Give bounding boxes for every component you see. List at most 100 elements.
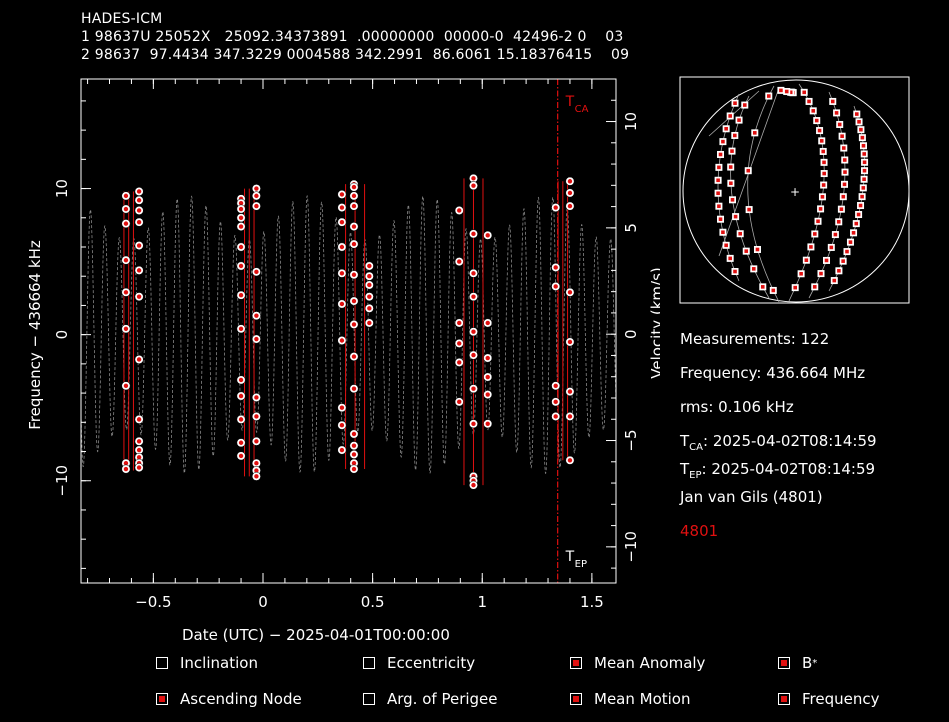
sky-point-core — [816, 219, 820, 224]
sky-point-core — [771, 288, 776, 293]
measurement-point-core — [123, 383, 129, 388]
sky-point-core — [738, 231, 742, 236]
checkbox[interactable] — [363, 657, 375, 669]
measurement-point-core — [367, 274, 372, 279]
measurement-point-core — [471, 176, 476, 181]
sky-point-core — [747, 207, 751, 212]
measurement-point-core — [485, 374, 490, 380]
y2-tick-label: −10 — [622, 531, 640, 563]
measurement-point-core — [254, 193, 259, 199]
measurement-point-core — [238, 326, 244, 332]
measurement-point-core — [485, 355, 490, 361]
sky-point-core — [862, 177, 866, 182]
option-label: Mean Motion — [594, 690, 691, 708]
sky-point-core — [813, 232, 817, 236]
rms-value: rms: 0.106 kHz — [680, 398, 794, 416]
option-label: Inclination — [180, 654, 258, 672]
sky-point-core — [807, 99, 811, 104]
option-frequency[interactable]: Frequency — [778, 690, 880, 708]
station-id: 4801 — [680, 522, 719, 540]
measurement-point-core — [471, 231, 476, 237]
zenith-marker: + — [790, 185, 800, 199]
sky-point-core — [833, 232, 838, 237]
y-tick-label: 0 — [53, 330, 71, 340]
measurement-point-core — [351, 354, 357, 359]
sky-point-core — [733, 101, 737, 106]
sky-point-core — [860, 194, 864, 199]
measurement-point-core — [136, 268, 142, 273]
sky-point-core — [819, 139, 824, 143]
sky-point-core — [841, 259, 845, 263]
option-mean-anomaly[interactable]: Mean Anomaly — [570, 654, 705, 672]
option-bstar[interactable]: B * — [778, 654, 817, 672]
checkbox[interactable] — [363, 693, 375, 705]
measurement-point-core — [567, 203, 573, 209]
checkbox[interactable] — [778, 693, 790, 705]
sky-point-core — [724, 243, 728, 248]
sky-point-core — [799, 271, 803, 276]
option-inclination[interactable]: Inclination — [156, 654, 258, 672]
sky-point-core — [812, 285, 817, 289]
measurement-point-core — [339, 219, 345, 225]
sky-point-core — [737, 118, 741, 122]
measurement-point-core — [339, 338, 345, 343]
measurement-point-core — [351, 431, 357, 437]
y2-tick-label: −5 — [622, 429, 640, 451]
measurement-point-core — [457, 320, 462, 326]
measurement-point-core — [367, 320, 372, 326]
tca-value: : 2025-04-02T08:14:59 — [703, 432, 877, 450]
x-tick-label: 0.5 — [361, 593, 385, 611]
measurement-point-core — [123, 193, 129, 199]
sky-point-core — [721, 139, 725, 144]
measurement-point-core — [339, 447, 345, 453]
measurement-point-core — [254, 269, 259, 275]
sky-point-core — [837, 122, 842, 127]
checkbox[interactable] — [778, 657, 790, 669]
x-tick-label: 0 — [258, 593, 268, 611]
sky-point-core — [718, 152, 723, 157]
sky-point-core — [837, 268, 841, 273]
measurement-point-core — [485, 233, 490, 238]
measurement-point-core — [471, 386, 476, 391]
tep-marker-label: T — [565, 549, 575, 565]
x-tick-label: 1 — [477, 593, 487, 611]
doppler-chart[interactable]: T CAT EP−0.5 0 0.5 1 1.5−10010−10−50510Frequen… — [0, 0, 660, 660]
measurement-point-core — [567, 414, 573, 419]
checkbox[interactable] — [156, 693, 168, 705]
sky-point-core — [843, 170, 847, 174]
measurement-point-core — [485, 421, 490, 426]
option-eccentricity[interactable]: Eccentricity — [363, 654, 475, 672]
sky-point-core — [784, 89, 789, 94]
sky-point-core — [717, 204, 721, 209]
sky-point-core — [836, 220, 841, 224]
option-ascending-node[interactable]: Ascending Node — [156, 690, 302, 708]
checkbox[interactable] — [570, 693, 582, 705]
sky-point-core — [744, 249, 749, 253]
observer-name: Jan van Gils (4801) — [680, 488, 823, 506]
sky-point-core — [751, 267, 756, 271]
sky-point-core — [856, 212, 861, 217]
sky-point-core — [733, 269, 737, 274]
sky-point-core — [851, 231, 856, 235]
sky-point-core — [718, 217, 723, 222]
measurement-point-core — [553, 284, 558, 289]
sky-point-core — [824, 258, 829, 263]
measurement-point-core — [471, 271, 476, 276]
frequency-value: Frequency: 436.664 MHz — [680, 364, 866, 382]
option-arg-of-perigee[interactable]: Arg. of Perigee — [363, 690, 498, 708]
measurement-point-core — [136, 243, 142, 248]
sky-point-core — [716, 178, 720, 183]
option-mean-motion[interactable]: Mean Motion — [570, 690, 691, 708]
sky-point-core — [832, 278, 837, 283]
tca-marker-label: T — [565, 94, 575, 110]
checkbox[interactable] — [156, 657, 168, 669]
measurement-point-core — [339, 405, 345, 410]
checkbox[interactable] — [570, 657, 582, 669]
measurement-point-core — [351, 241, 357, 247]
sky-point-core — [859, 127, 863, 132]
ground-track-plot[interactable]: + — [679, 76, 911, 305]
measurement-point-core — [136, 439, 142, 444]
measurement-point-core — [238, 293, 244, 298]
sky-point-core — [746, 168, 751, 173]
measurement-point-core — [254, 395, 259, 400]
